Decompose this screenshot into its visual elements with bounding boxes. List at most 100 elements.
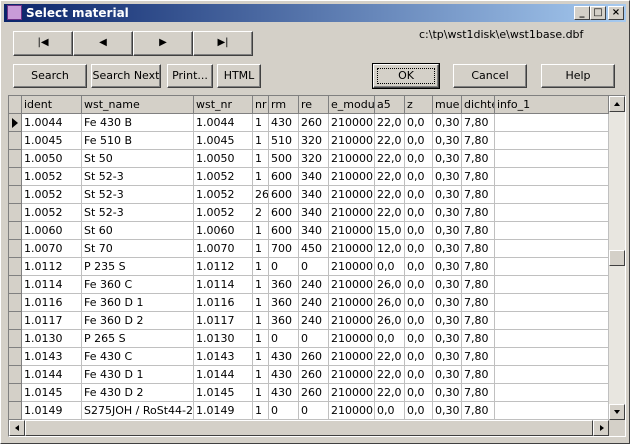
table-row[interactable]: 1.0130 P 265 S 1.0130 1 0 0 210000 0,0 0,0 0,30 7,… [9,330,609,348]
row-indicator[interactable] [9,132,22,150]
cell-z[interactable]: 0,0 [405,150,433,168]
cell-rm[interactable]: 0 [269,330,299,348]
cell-rm[interactable]: 600 [269,204,299,222]
cell-e-modul[interactable]: 210000 [329,276,375,294]
cell-re[interactable]: 260 [299,384,329,402]
cell-info-1[interactable] [495,366,609,384]
cell-dichte[interactable]: 7,80 [462,132,495,150]
row-indicator[interactable] [9,222,22,240]
horizontal-scroll-thumb[interactable] [25,420,593,436]
cell-ident[interactable]: 1.0145 [22,384,82,402]
cell-info-1[interactable] [495,402,609,420]
cell-rm[interactable]: 510 [269,132,299,150]
cell-a5[interactable]: 22,0 [375,132,405,150]
cell-z[interactable]: 0,0 [405,114,433,132]
cell-nr[interactable]: 1 [253,384,269,402]
cell-rm[interactable]: 600 [269,186,299,204]
cell-info-1[interactable] [495,222,609,240]
cell-wst-name[interactable]: St 50 [82,150,194,168]
cell-mue[interactable]: 0,30 [433,150,462,168]
cell-wst-name[interactable]: St 60 [82,222,194,240]
table-row[interactable]: 1.0052 St 52-3 1.0052 2 600 340 210000 22,0 0,0 0… [9,204,609,222]
cell-e-modul[interactable]: 210000 [329,294,375,312]
cell-z[interactable]: 0,0 [405,258,433,276]
cell-mue[interactable]: 0,30 [433,384,462,402]
cell-a5[interactable]: 12,0 [375,240,405,258]
cell-ident[interactable]: 1.0052 [22,168,82,186]
cell-mue[interactable]: 0,30 [433,330,462,348]
cell-re[interactable]: 240 [299,294,329,312]
cell-wst-nr[interactable]: 1.0143 [194,348,253,366]
row-indicator[interactable] [9,402,22,420]
previous-record-button[interactable]: ◀ [73,31,133,56]
row-indicator[interactable] [9,240,22,258]
scroll-right-button[interactable] [593,420,609,436]
cell-wst-nr[interactable]: 1.0052 [194,204,253,222]
cell-dichte[interactable]: 7,80 [462,204,495,222]
cell-ident[interactable]: 1.0045 [22,132,82,150]
cell-a5[interactable]: 26,0 [375,276,405,294]
cell-nr[interactable]: 1 [253,150,269,168]
cell-ident[interactable]: 1.0052 [22,204,82,222]
cell-wst-nr[interactable]: 1.0052 [194,168,253,186]
cell-nr[interactable]: 26 [253,186,269,204]
cell-z[interactable]: 0,0 [405,294,433,312]
cell-dichte[interactable]: 7,80 [462,294,495,312]
cell-e-modul[interactable]: 210000 [329,204,375,222]
table-row[interactable]: 1.0117 Fe 360 D 2 1.0117 1 360 240 210000 26,0 0… [9,312,609,330]
cell-ident[interactable]: 1.0130 [22,330,82,348]
cell-a5[interactable]: 22,0 [375,114,405,132]
cell-nr[interactable]: 1 [253,366,269,384]
html-button[interactable]: HTML [217,64,261,88]
cell-dichte[interactable]: 7,80 [462,222,495,240]
cell-nr[interactable]: 1 [253,132,269,150]
column-header-a5[interactable]: a5 [375,96,405,114]
cell-nr[interactable]: 1 [253,258,269,276]
column-header-mue[interactable]: mue [433,96,462,114]
cell-e-modul[interactable]: 210000 [329,312,375,330]
cell-mue[interactable]: 0,30 [433,276,462,294]
search-next-button[interactable]: Search Next [91,64,161,88]
cell-mue[interactable]: 0,30 [433,204,462,222]
row-indicator[interactable] [9,366,22,384]
cell-rm[interactable]: 430 [269,384,299,402]
ok-button[interactable]: OK [372,63,440,89]
cell-info-1[interactable] [495,150,609,168]
materials-table[interactable]: ident wst_name wst_nr nr rm re e_modul a5 z mue di… [8,95,626,437]
cell-nr[interactable]: 1 [253,294,269,312]
row-indicator[interactable] [9,384,22,402]
cell-wst-nr[interactable]: 1.0114 [194,276,253,294]
cell-z[interactable]: 0,0 [405,402,433,420]
cell-wst-nr[interactable]: 1.0149 [194,402,253,420]
row-indicator[interactable] [9,204,22,222]
cell-ident[interactable]: 1.0114 [22,276,82,294]
cell-wst-name[interactable]: S275JOH / RoSt44-2 [82,402,194,420]
cell-rm[interactable]: 700 [269,240,299,258]
first-record-button[interactable]: |◀ [13,31,73,56]
print-button[interactable]: Print... [167,64,213,88]
cell-a5[interactable]: 22,0 [375,150,405,168]
cell-a5[interactable]: 0,0 [375,258,405,276]
table-row[interactable]: 1.0052 St 52-3 1.0052 1 600 340 210000 22,0 0,0 0… [9,168,609,186]
scroll-down-button[interactable] [609,404,625,420]
vertical-scrollbar[interactable] [609,96,625,420]
cell-info-1[interactable] [495,276,609,294]
cell-nr[interactable]: 1 [253,276,269,294]
row-indicator[interactable] [9,258,22,276]
cell-rm[interactable]: 430 [269,348,299,366]
cell-ident[interactable]: 1.0070 [22,240,82,258]
cell-wst-nr[interactable]: 1.0060 [194,222,253,240]
cell-re[interactable]: 260 [299,366,329,384]
table-row[interactable]: 1.0045 Fe 510 B 1.0045 1 510 320 210000 22,0 0,0… [9,132,609,150]
cell-re[interactable]: 340 [299,168,329,186]
row-indicator[interactable] [9,168,22,186]
cell-wst-name[interactable]: Fe 430 C [82,348,194,366]
cell-dichte[interactable]: 7,80 [462,276,495,294]
cell-nr[interactable]: 1 [253,312,269,330]
cell-rm[interactable]: 500 [269,150,299,168]
cell-wst-name[interactable]: P 235 S [82,258,194,276]
cell-mue[interactable]: 0,30 [433,132,462,150]
cell-e-modul[interactable]: 210000 [329,150,375,168]
table-row[interactable]: 1.0114 Fe 360 C 1.0114 1 360 240 210000 26,0 0,0… [9,276,609,294]
cell-wst-nr[interactable]: 1.0130 [194,330,253,348]
